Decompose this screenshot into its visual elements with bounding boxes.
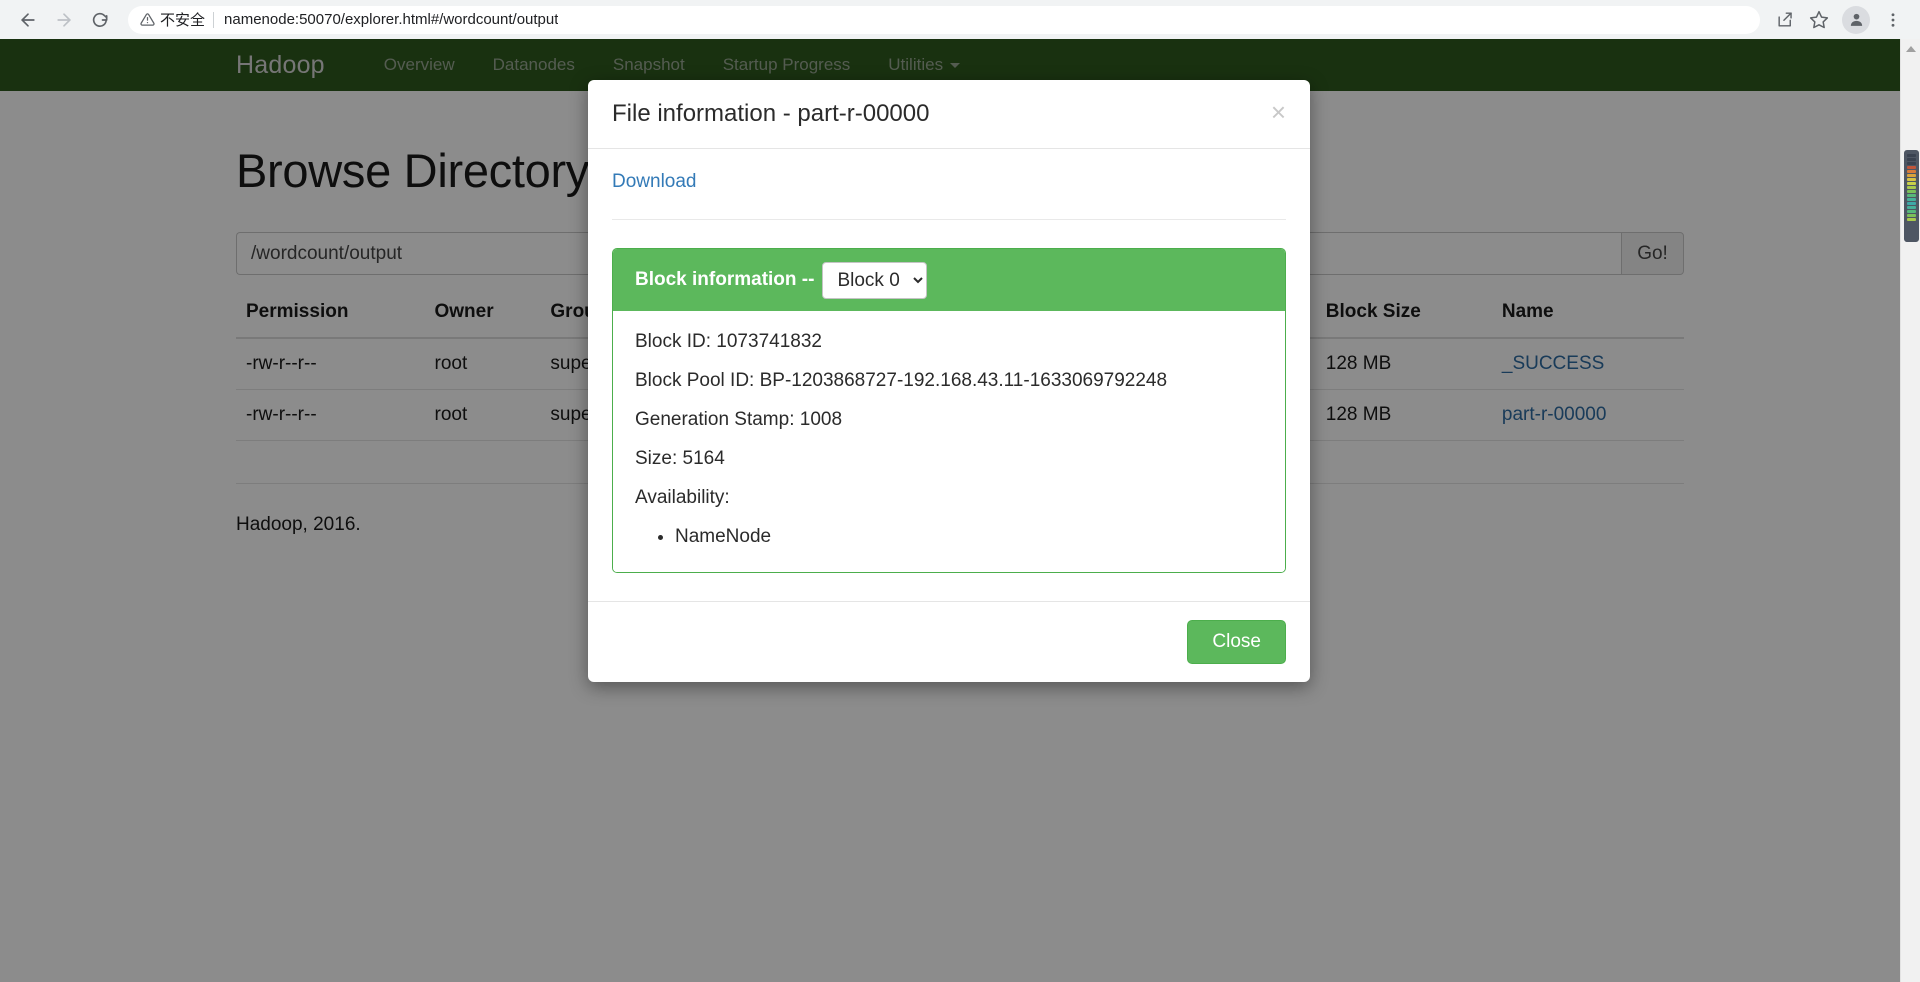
scroll-minimap-line xyxy=(1907,182,1916,185)
scroll-minimap-line xyxy=(1907,186,1916,189)
address-bar[interactable]: 不安全 namenode:50070/explorer.html#/wordco… xyxy=(128,5,1760,34)
scroll-minimap-line xyxy=(1907,194,1916,197)
file-information-modal: File information - part-r-00000 × Downlo… xyxy=(588,80,1310,682)
modal-title: File information - part-r-00000 xyxy=(612,100,930,127)
star-icon[interactable] xyxy=(1802,3,1836,37)
scroll-thumb[interactable] xyxy=(1904,150,1919,242)
scroll-up-arrow-icon[interactable] xyxy=(1901,39,1920,59)
url-text[interactable]: namenode:50070/explorer.html#/wordcount/… xyxy=(224,11,558,28)
availability-label: Availability: xyxy=(635,487,730,508)
close-icon[interactable]: × xyxy=(1271,99,1286,125)
omnibox-divider xyxy=(213,11,215,28)
scroll-minimap-line xyxy=(1907,214,1916,217)
close-button[interactable]: Close xyxy=(1187,620,1286,664)
scroll-minimap-line xyxy=(1907,158,1916,161)
scroll-minimap-line xyxy=(1907,198,1916,201)
block-details: Block ID: 1073741832 Block Pool ID: BP-1… xyxy=(613,311,1285,572)
scroll-minimap-line xyxy=(1907,166,1916,169)
vertical-scrollbar[interactable] xyxy=(1900,39,1920,982)
reload-icon[interactable] xyxy=(82,2,118,38)
block-information-panel: Block information -- Block 0 Block ID: 1… xyxy=(612,248,1286,573)
three-dot-menu-icon[interactable] xyxy=(1876,3,1910,37)
insecure-warning-icon xyxy=(140,12,155,27)
back-arrow-icon[interactable] xyxy=(10,2,46,38)
scroll-minimap-line xyxy=(1907,206,1916,209)
browser-toolbar: 不安全 namenode:50070/explorer.html#/wordco… xyxy=(0,0,1920,39)
scroll-minimap-line xyxy=(1907,202,1916,205)
scroll-minimap-line xyxy=(1907,154,1916,157)
modal-divider xyxy=(612,219,1286,220)
generation-stamp-text: Generation Stamp: 1008 xyxy=(635,409,843,430)
modal-body: Download Block information -- Block 0 Bl… xyxy=(588,149,1310,601)
profile-avatar[interactable] xyxy=(1842,5,1870,34)
scroll-minimap-line xyxy=(1907,218,1916,221)
forward-arrow-icon[interactable] xyxy=(46,2,82,38)
share-icon[interactable] xyxy=(1768,3,1802,37)
block-id-text: Block ID: 1073741832 xyxy=(635,331,822,352)
block-select[interactable]: Block 0 xyxy=(822,261,928,299)
modal-header: File information - part-r-00000 × xyxy=(588,80,1310,149)
availability-item: NameNode xyxy=(675,526,1263,548)
availability-list: NameNode xyxy=(635,526,1263,548)
size-text: Size: 5164 xyxy=(635,448,725,469)
modal-footer: Close xyxy=(588,601,1310,682)
scroll-minimap-line xyxy=(1907,174,1916,177)
scroll-minimap-line xyxy=(1907,178,1916,181)
block-information-header: Block information -- Block 0 xyxy=(613,249,1285,311)
toolbar-actions xyxy=(1768,3,1910,37)
scroll-minimap-line xyxy=(1907,190,1916,193)
block-information-label: Block information -- xyxy=(635,269,815,290)
scroll-minimap-line xyxy=(1907,162,1916,165)
scroll-minimap-line xyxy=(1907,210,1916,213)
block-pool-id-text: Block Pool ID: BP-1203868727-192.168.43.… xyxy=(635,370,1168,391)
download-link[interactable]: Download xyxy=(612,171,697,193)
scroll-minimap-line xyxy=(1907,170,1916,173)
security-status-text: 不安全 xyxy=(160,12,206,29)
